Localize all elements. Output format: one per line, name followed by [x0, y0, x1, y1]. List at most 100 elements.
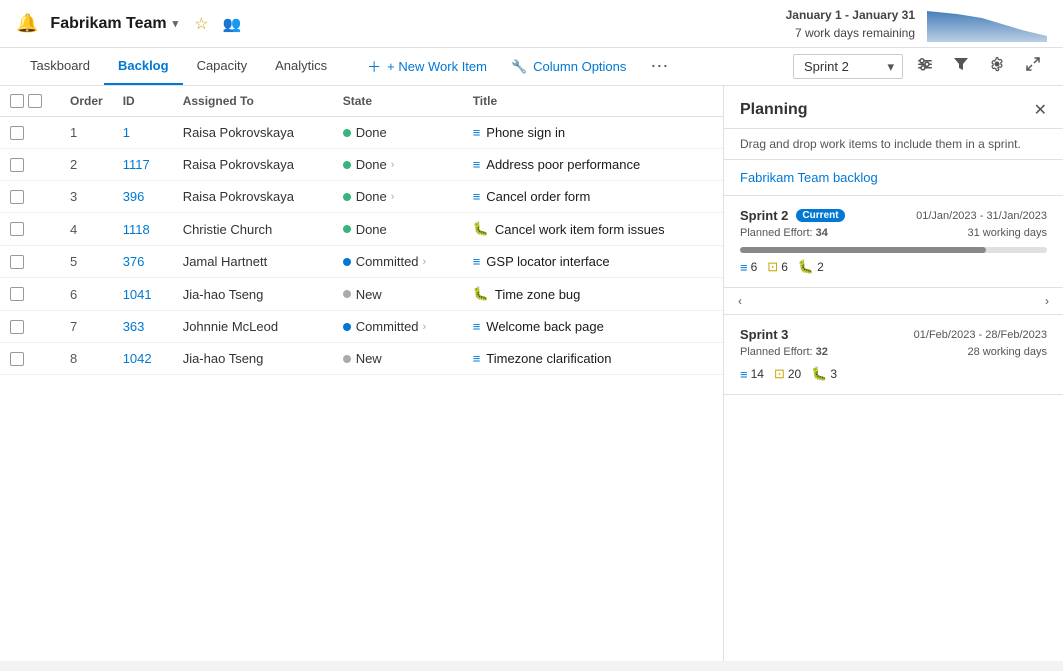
row-checkbox[interactable] [10, 222, 24, 236]
backlog-link[interactable]: Fabrikam Team backlog [724, 160, 1063, 196]
row-check-cell [0, 278, 60, 311]
bug-icon: 🐛 [811, 366, 827, 382]
people-icon[interactable]: 👥 [223, 15, 242, 33]
sprint-name[interactable]: Sprint 3 [740, 327, 788, 342]
col-header-id[interactable]: ID [113, 86, 173, 117]
funnel-icon [953, 56, 969, 72]
row-id-cell[interactable]: 1042 [113, 343, 173, 375]
sprint-name[interactable]: Sprint 2 [740, 208, 788, 223]
row-id-cell[interactable]: 1118 [113, 213, 173, 246]
row-checkbox[interactable] [10, 126, 24, 140]
expand-icon [1025, 56, 1041, 72]
table-row: 5 376 Jamal Hartnett Committed › ≡ GSP l… [0, 246, 723, 278]
sprint-dropdown[interactable]: Sprint 2 [793, 54, 903, 79]
table-header-row: Order ID Assigned To State Title [0, 86, 723, 117]
row-checkbox[interactable] [10, 287, 24, 301]
row-title[interactable]: Cancel order form [486, 189, 590, 204]
more-options-button[interactable]: ⋯ [640, 50, 678, 83]
expand-row-icon[interactable]: › [423, 256, 427, 268]
row-order: 4 [70, 222, 77, 237]
expand-button[interactable] [1019, 50, 1047, 83]
row-checkbox[interactable] [10, 190, 24, 204]
row-checkbox[interactable] [10, 320, 24, 334]
col-header-order[interactable]: Order [60, 86, 113, 117]
row-checkbox[interactable] [10, 158, 24, 172]
sprint-scrollbar-thumb[interactable] [740, 247, 986, 253]
new-work-item-button[interactable]: ＋ + New Work Item [357, 51, 497, 83]
col-header-assigned[interactable]: Assigned To [173, 86, 333, 117]
sprint-icons-row: ≡ 6 ⊡ 6 🐛 2 [740, 259, 1047, 275]
row-id-cell[interactable]: 363 [113, 311, 173, 343]
tab-capacity[interactable]: Capacity [183, 48, 262, 85]
team-name[interactable]: Fabrikam Team ▾ [50, 15, 178, 33]
filter-button[interactable] [947, 50, 975, 83]
row-order: 8 [70, 351, 77, 366]
state-dot [343, 161, 351, 169]
column-options-button[interactable]: 🔧 Column Options [501, 53, 636, 81]
sprint-bug-group: 🐛 3 [811, 366, 837, 382]
plus-icon: ＋ [367, 57, 381, 77]
row-id[interactable]: 363 [123, 319, 145, 334]
planning-title: Planning [740, 101, 808, 119]
bell-icon: 🔔 [16, 13, 38, 34]
view-options-button[interactable] [911, 50, 939, 83]
tab-backlog[interactable]: Backlog [104, 48, 183, 85]
col-header-title[interactable]: Title [463, 86, 723, 117]
task-icon: ⊡ [774, 366, 785, 382]
row-id[interactable]: 1041 [123, 287, 152, 302]
settings-button[interactable] [983, 50, 1011, 83]
row-title[interactable]: Cancel work item form issues [495, 222, 665, 237]
bug-icon: 🐛 [798, 259, 814, 275]
row-title[interactable]: Time zone bug [495, 287, 581, 302]
row-state-cell: New [333, 343, 463, 375]
expand-row-icon[interactable]: › [391, 159, 395, 171]
star-icon[interactable]: ☆ [194, 14, 208, 34]
row-title[interactable]: Address poor performance [486, 157, 640, 172]
row-checkbox[interactable] [10, 352, 24, 366]
table-row: 7 363 Johnnie McLeod Committed › ≡ Welco… [0, 311, 723, 343]
scroll-right-arrow[interactable]: › [1039, 292, 1055, 310]
checkbox-all[interactable] [10, 94, 24, 108]
story-icon: ≡ [473, 319, 481, 334]
row-assigned-cell: Jia-hao Tseng [173, 278, 333, 311]
row-id-cell[interactable]: 1117 [113, 149, 173, 181]
row-assigned-to: Johnnie McLeod [183, 319, 278, 334]
row-title[interactable]: Phone sign in [486, 125, 565, 140]
col-header-state[interactable]: State [333, 86, 463, 117]
row-id[interactable]: 1118 [123, 222, 150, 237]
task-count: 6 [781, 260, 788, 274]
row-id-cell[interactable]: 396 [113, 181, 173, 213]
col-header-check [0, 86, 60, 117]
row-title-cell: ≡ Phone sign in [463, 117, 723, 149]
planning-header: Planning ✕ [724, 86, 1063, 129]
row-id[interactable]: 1042 [123, 351, 152, 366]
row-checkbox[interactable] [10, 255, 24, 269]
state-dot [343, 225, 351, 233]
tab-analytics[interactable]: Analytics [261, 48, 341, 85]
row-title[interactable]: Welcome back page [486, 319, 604, 334]
tab-taskboard[interactable]: Taskboard [16, 48, 104, 85]
sprint-scrollbar-container [740, 247, 1047, 253]
sprint-icons-row: ≡ 14 ⊡ 20 🐛 3 [740, 366, 1047, 382]
row-title-cell: ≡ GSP locator interface [463, 246, 723, 278]
state-dot [343, 323, 351, 331]
close-icon[interactable]: ✕ [1034, 100, 1047, 120]
row-order-cell: 8 [60, 343, 113, 375]
row-title[interactable]: Timezone clarification [486, 351, 611, 366]
checkbox-secondary[interactable] [28, 94, 42, 108]
row-id[interactable]: 376 [123, 254, 145, 269]
row-id-cell[interactable]: 1041 [113, 278, 173, 311]
team-chevron-icon[interactable]: ▾ [173, 17, 179, 30]
story-icon: ≡ [473, 189, 481, 204]
row-title-cell: ≡ Cancel order form [463, 181, 723, 213]
row-id-cell[interactable]: 376 [113, 246, 173, 278]
row-id-cell[interactable]: 1 [113, 117, 173, 149]
scroll-left-arrow[interactable]: ‹ [732, 292, 748, 310]
wrench-icon: 🔧 [511, 59, 527, 75]
row-id[interactable]: 396 [123, 189, 145, 204]
expand-row-icon[interactable]: › [423, 321, 427, 333]
expand-row-icon[interactable]: › [391, 191, 395, 203]
row-title[interactable]: GSP locator interface [486, 254, 609, 269]
row-id[interactable]: 1 [123, 125, 130, 140]
row-id[interactable]: 1117 [123, 157, 150, 172]
